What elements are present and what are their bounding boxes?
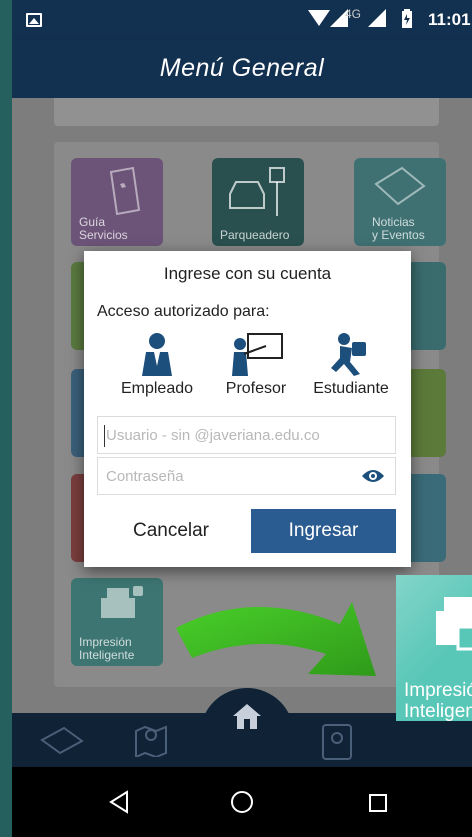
password-input[interactable] bbox=[98, 458, 395, 494]
newspaper-icon[interactable] bbox=[38, 725, 86, 755]
map-icon[interactable] bbox=[134, 721, 168, 757]
clock: 11:01 bbox=[428, 10, 471, 29]
dialog-subtitle: Acceso autorizado para: bbox=[97, 303, 270, 320]
system-navigation-bar bbox=[12, 767, 472, 837]
tile-parqueadero[interactable]: Parqueadero bbox=[212, 158, 304, 246]
status-bar: 4G 11:01 bbox=[12, 0, 472, 40]
password-field bbox=[97, 457, 396, 495]
callout-label: ImpresiónInteligente bbox=[404, 680, 472, 721]
search-card bbox=[54, 98, 439, 126]
login-button[interactable]: Ingresar bbox=[251, 509, 396, 553]
battery-icon bbox=[402, 9, 412, 28]
printer-icon bbox=[436, 597, 472, 651]
username-field bbox=[97, 416, 396, 454]
student-icon bbox=[331, 333, 366, 376]
car-parking-icon bbox=[229, 167, 285, 216]
tile-noticias-eventos[interactable]: Noticias y Eventos bbox=[354, 158, 446, 246]
green-arrow-hint bbox=[176, 602, 376, 676]
tile-label: Noticias y Eventos bbox=[372, 215, 425, 242]
role-estudiante: Estudiante bbox=[306, 332, 396, 398]
newspaper-icon bbox=[374, 166, 426, 206]
text-caret bbox=[104, 425, 105, 447]
home-circle-icon[interactable] bbox=[230, 790, 254, 814]
eye-icon[interactable] bbox=[361, 468, 385, 484]
role-label: Estudiante bbox=[313, 380, 389, 397]
tile-impresion-inteligente[interactable]: Impresión Inteligente bbox=[71, 578, 163, 666]
network-type: 4G bbox=[345, 7, 362, 21]
tile-guia-servicios[interactable]: Guía Servicios bbox=[71, 158, 163, 246]
home-icon bbox=[233, 704, 261, 729]
tile-label: Guía Servicios bbox=[79, 215, 128, 242]
role-empleado: Empleado bbox=[112, 332, 202, 398]
username-input[interactable] bbox=[98, 417, 395, 453]
tile-label: Impresión Inteligente bbox=[79, 635, 135, 662]
back-icon[interactable] bbox=[109, 790, 129, 814]
background-edge bbox=[0, 0, 12, 837]
phone-screen: 4G 11:01 Menú General Guía Servicios Parq… bbox=[12, 0, 472, 837]
dialog-title: Ingrese con su cuenta bbox=[163, 264, 332, 283]
role-profesor: Profesor bbox=[211, 332, 301, 398]
cell-signal-2-icon bbox=[368, 9, 386, 27]
login-dialog: Ingrese con su cuenta Acceso autorizado … bbox=[84, 251, 411, 567]
app-bar: Menú General bbox=[12, 40, 472, 98]
teacher-icon bbox=[232, 333, 283, 376]
cancel-button[interactable]: Cancelar bbox=[97, 509, 245, 553]
recents-icon[interactable] bbox=[368, 793, 388, 813]
tile-label: Parqueadero bbox=[220, 228, 290, 242]
employee-icon bbox=[142, 333, 172, 376]
screen: 4G 11:01 Menú General Guía Servicios Parq… bbox=[0, 0, 472, 837]
role-label: Profesor bbox=[225, 380, 287, 397]
printer-lock-icon bbox=[101, 586, 143, 618]
contacts-icon[interactable] bbox=[320, 723, 354, 761]
page-title: Menú General bbox=[159, 54, 325, 82]
role-label: Empleado bbox=[120, 380, 194, 397]
wifi-icon bbox=[308, 10, 330, 26]
image-icon bbox=[26, 13, 42, 27]
impresion-inteligente-callout[interactable]: ImpresiónInteligente bbox=[396, 575, 472, 721]
brochure-icon bbox=[109, 166, 141, 216]
